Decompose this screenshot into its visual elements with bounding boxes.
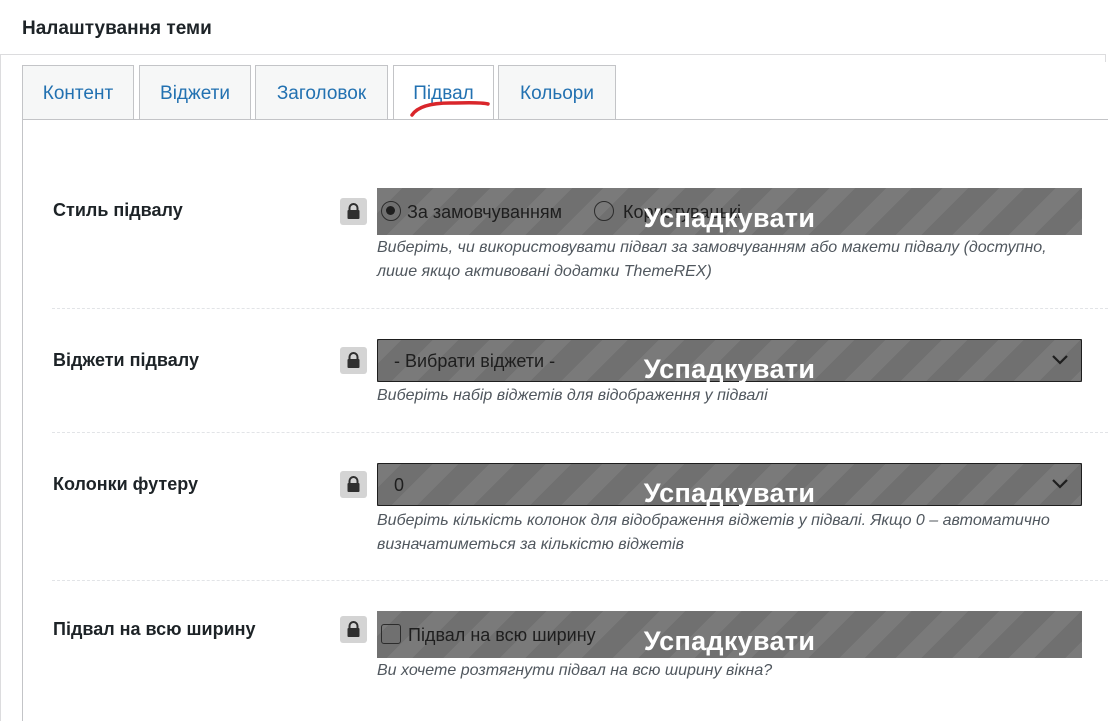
row-separator — [52, 580, 1108, 581]
lock-button[interactable] — [340, 471, 367, 498]
tab-content[interactable]: Контент — [22, 65, 134, 119]
panel-title: Налаштування теми — [22, 18, 212, 39]
panel-header: Налаштування теми — [0, 0, 1106, 55]
lock-button[interactable] — [340, 616, 367, 643]
tab-colors[interactable]: Кольори — [498, 65, 616, 119]
footer-style-description: Виберіть, чи використовувати підвал за з… — [377, 239, 1047, 280]
footer-widgets-label: Віджети підвалу — [53, 350, 199, 370]
footer-widgets-description: Виберіть набір віджетів для відображення… — [377, 387, 768, 404]
inherit-button[interactable]: Успадкувати — [377, 478, 1082, 509]
footer-fullwidth-label: Підвал на всю ширину — [53, 619, 256, 639]
lock-button[interactable] — [340, 347, 367, 374]
tab-footer[interactable]: Підвал — [393, 65, 494, 121]
inherit-button[interactable]: Успадкувати — [377, 354, 1082, 385]
row-separator — [52, 432, 1108, 433]
tab-widgets[interactable]: Віджети — [139, 65, 251, 119]
inherit-overlay-footer-columns[interactable]: 0 Успадкувати — [377, 463, 1082, 509]
inherit-overlay-footer-style[interactable]: За замовчуванням Користувацькі Успадкува… — [377, 188, 1082, 235]
footer-columns-label: Колонки футеру — [53, 474, 199, 494]
tab-header[interactable]: Заголовок — [255, 65, 388, 119]
lock-button[interactable] — [340, 198, 367, 225]
footer-fullwidth-description: Ви хочете розтягнути підвал на всю ширин… — [377, 662, 773, 679]
lock-icon — [347, 203, 360, 219]
inherit-overlay-footer-fullwidth[interactable]: Підвал на всю ширину Успадкувати — [377, 611, 1082, 658]
lock-icon — [347, 621, 360, 637]
inherit-button[interactable]: Успадкувати — [377, 203, 1082, 234]
row-separator — [52, 308, 1108, 309]
inherit-button[interactable]: Успадкувати — [377, 626, 1082, 657]
lock-icon — [347, 352, 360, 368]
footer-columns-description: Виберіть кількість колонок для відображе… — [377, 512, 1050, 553]
footer-style-label: Стиль підвалу — [53, 200, 183, 220]
inherit-overlay-footer-widgets[interactable]: - Вибрати віджети - Успадкувати — [377, 339, 1082, 385]
lock-icon — [347, 476, 360, 492]
panel-left-border — [0, 0, 1, 721]
